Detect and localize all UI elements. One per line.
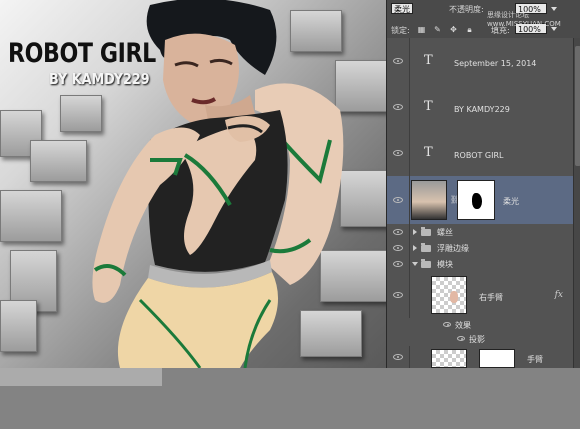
visibility-eye-icon[interactable] bbox=[393, 245, 403, 251]
document-canvas[interactable]: ROBOT GIRL BY KAMDY229 bbox=[0, 0, 386, 368]
layer-row-selected[interactable]: ⛓ 柔光 bbox=[387, 176, 573, 225]
folder-icon bbox=[421, 227, 431, 236]
layer-row[interactable]: T BY KAMDY229 bbox=[387, 84, 573, 131]
visibility-eye-icon[interactable] bbox=[393, 150, 403, 156]
layer-row[interactable]: T ROBOT GIRL bbox=[387, 130, 573, 177]
visibility-eye-icon[interactable] bbox=[393, 261, 403, 267]
visibility-eye-icon[interactable] bbox=[393, 354, 403, 360]
lock-label: 锁定: bbox=[391, 26, 410, 35]
layers-scroll-thumb[interactable] bbox=[575, 46, 580, 166]
layer-name: 手臂 bbox=[527, 355, 543, 364]
layer-row[interactable]: T September 15, 2014 bbox=[387, 38, 573, 85]
group-name: 浮雕边缘 bbox=[437, 244, 469, 253]
text-layer-icon: T bbox=[424, 145, 433, 160]
effects-visibility-eye-icon[interactable] bbox=[443, 322, 451, 327]
layers-panel: 柔光 不透明度: 100% 锁定: ▦ ✎ ✥ 🔒︎ 填充: 100% 思缘设计… bbox=[386, 0, 580, 368]
layer-name: BY KAMDY229 bbox=[454, 105, 510, 114]
drop-shadow-eye-icon[interactable] bbox=[457, 336, 465, 341]
expand-arrow-icon[interactable] bbox=[413, 229, 417, 235]
visibility-eye-icon[interactable] bbox=[393, 58, 403, 64]
group-row[interactable]: 螺丝 bbox=[387, 224, 573, 241]
folder-icon bbox=[421, 259, 431, 268]
text-layer-icon: T bbox=[424, 99, 433, 114]
group-name: 螺丝 bbox=[437, 228, 453, 237]
layer-mask-thumbnail bbox=[457, 180, 495, 220]
layer-thumbnail bbox=[431, 349, 467, 368]
layer-mask-thumbnail bbox=[479, 349, 515, 368]
layer-name: September 15, 2014 bbox=[454, 59, 537, 68]
site-watermark: 思缘设计论坛 www.MISSYUAN.COM bbox=[487, 11, 561, 28]
layers-panel-header: 柔光 不透明度: 100% 锁定: ▦ ✎ ✥ 🔒︎ 填充: 100% 思缘设计… bbox=[387, 0, 580, 39]
layer-thumbnail bbox=[431, 276, 467, 314]
visibility-eye-icon[interactable] bbox=[393, 197, 403, 203]
visibility-eye-icon[interactable] bbox=[393, 229, 403, 235]
visibility-eye-icon[interactable] bbox=[393, 104, 403, 110]
artwork-title: ROBOT GIRL bbox=[8, 38, 156, 69]
drop-shadow-label: 投影 bbox=[469, 335, 485, 344]
drop-shadow-row[interactable]: 投影 bbox=[387, 332, 573, 347]
group-row[interactable]: 模块 bbox=[387, 256, 573, 273]
layer-row[interactable]: 手臂 bbox=[387, 346, 573, 368]
lock-image-icon[interactable]: ✎ bbox=[433, 25, 442, 34]
visibility-eye-icon[interactable] bbox=[393, 292, 403, 298]
text-layer-icon: T bbox=[424, 53, 433, 68]
expand-arrow-icon[interactable] bbox=[413, 245, 417, 251]
canvas-bottom-edge bbox=[0, 368, 162, 386]
collapse-arrow-icon[interactable] bbox=[412, 262, 418, 266]
lock-all-icon[interactable]: 🔒︎ bbox=[465, 25, 474, 34]
layer-row[interactable]: 右手臂 fx bbox=[387, 272, 573, 319]
group-row[interactable]: 浮雕边缘 bbox=[387, 240, 573, 257]
layer-name: ROBOT GIRL bbox=[454, 151, 504, 160]
effects-label: 效果 bbox=[455, 321, 471, 330]
layer-name: 柔光 bbox=[503, 197, 519, 206]
lock-position-icon[interactable]: ✥ bbox=[449, 25, 458, 34]
layer-effects-icon[interactable]: fx bbox=[555, 290, 563, 300]
group-name: 模块 bbox=[437, 260, 453, 269]
layers-scrollbar[interactable] bbox=[573, 38, 580, 368]
layer-name: 右手臂 bbox=[479, 293, 503, 302]
lock-transparent-icon[interactable]: ▦ bbox=[417, 25, 426, 34]
opacity-label: 不透明度: bbox=[449, 5, 484, 14]
layer-thumbnail bbox=[411, 180, 447, 220]
blend-mode-select[interactable]: 柔光 bbox=[391, 3, 413, 14]
folder-icon bbox=[421, 243, 431, 252]
blend-mode-value: 柔光 bbox=[394, 5, 410, 14]
effects-row[interactable]: 效果 bbox=[387, 318, 573, 332]
artwork-byline: BY KAMDY229 bbox=[49, 70, 150, 88]
